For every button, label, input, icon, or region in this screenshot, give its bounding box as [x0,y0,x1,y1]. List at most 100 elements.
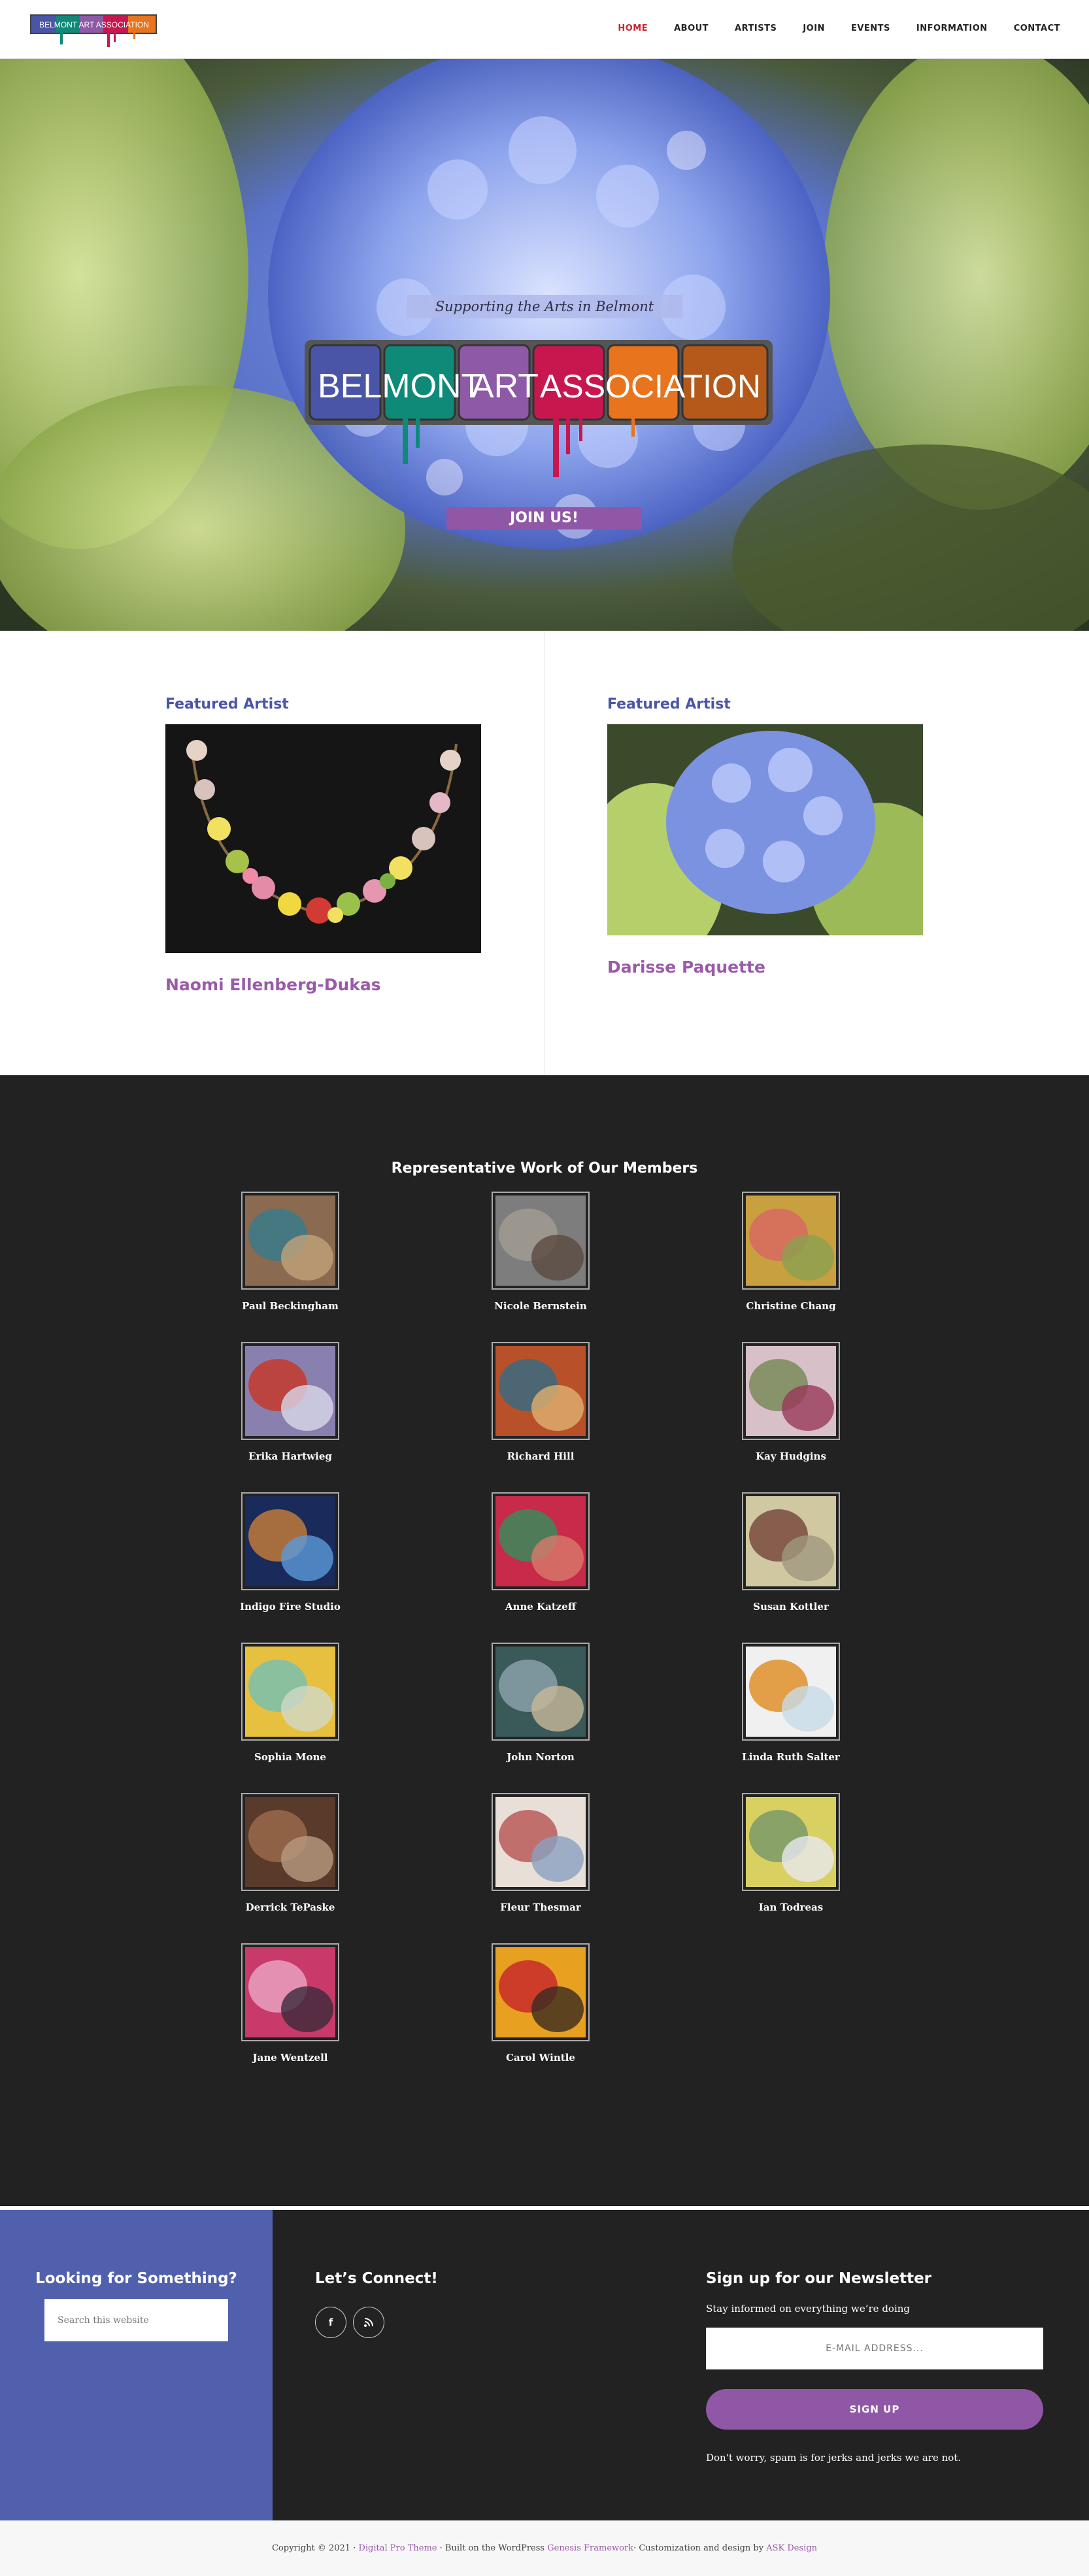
nav-information[interactable]: INFORMATION [916,24,988,33]
member-name[interactable]: Richard Hill [443,1450,639,1462]
member-card[interactable]: Fleur Thesmar [443,1793,639,1913]
member-artwork-thumbnail[interactable] [742,1643,840,1741]
member-card[interactable]: Carol Wintle [443,1943,639,2064]
member-artwork-thumbnail[interactable] [492,1793,590,1891]
member-artwork-thumbnail[interactable] [742,1492,840,1590]
newsletter-text: Stay informed on everything we’re doing [706,2303,911,2315]
member-artwork-thumbnail[interactable] [241,1192,339,1290]
member-card[interactable]: John Norton [443,1643,639,1763]
footer-connect-widget: Let’s Connect! f [315,2270,438,2338]
email-field[interactable] [706,2328,1043,2369]
member-card[interactable]: Derrick TePaske [192,1793,388,1913]
member-card[interactable]: Richard Hill [443,1342,639,1462]
member-artwork-thumbnail[interactable] [742,1793,840,1891]
featured-artist-left: Featured Artist Naomi Ellenberg-Dukas [165,696,481,994]
member-name[interactable]: Susan Kottler [693,1601,889,1613]
theme-link[interactable]: Digital Pro Theme [358,2543,437,2553]
member-artwork-thumbnail[interactable] [241,1943,339,2041]
member-artwork-thumbnail[interactable] [742,1192,840,1290]
member-artwork-thumbnail[interactable] [742,1342,840,1440]
member-name[interactable]: Ian Todreas [693,1901,889,1913]
featured-artists-section: Featured Artist Naomi Ellenberg-Dukas Fe… [0,631,1089,1075]
member-card[interactable]: Nicole Bernstein [443,1192,639,1312]
member-name[interactable]: Linda Ruth Salter [693,1751,889,1763]
nav-home[interactable]: HOME [618,24,648,33]
member-name[interactable]: John Norton [443,1751,639,1763]
member-card[interactable]: Anne Katzeff [443,1492,639,1613]
hero-tagline: Supporting the Arts in Belmont [407,295,682,318]
svg-text:ART: ART [471,367,539,405]
member-artwork-thumbnail[interactable] [492,1492,590,1590]
member-name[interactable]: Anne Katzeff [443,1601,639,1613]
member-name[interactable]: Carol Wintle [443,2052,639,2064]
member-card[interactable]: Jane Wentzell [192,1943,388,2064]
newsletter-note: Don't worry, spam is for jerks and jerks… [706,2452,962,2464]
member-card[interactable]: Linda Ruth Salter [693,1643,889,1763]
copyright-middle2: · Customization and design by [633,2543,764,2553]
nav-events[interactable]: EVENTS [851,24,890,33]
copyright-middle: · Built on the WordPress [439,2543,545,2553]
members-section: Representative Work of Our Members Paul … [0,1075,1089,2206]
hero-banner: Supporting the Arts in Belmont BELMONT A… [0,59,1089,631]
member-card[interactable]: Indigo Fire Studio [192,1492,388,1613]
site-footer: Looking for Something? Let’s Connect! f … [0,2210,1089,2520]
member-name[interactable]: Jane Wentzell [192,2052,388,2064]
member-artwork-thumbnail[interactable] [241,1793,339,1891]
member-name[interactable]: Indigo Fire Studio [192,1601,388,1613]
hydrangea-painting-image[interactable] [581,724,954,966]
member-name[interactable]: Kay Hudgins [693,1450,889,1462]
member-artwork-thumbnail[interactable] [492,1342,590,1440]
site-logo[interactable]: BELMONT ART ASSOCIATION [29,12,159,51]
member-card[interactable]: Erika Hartwieg [192,1342,388,1462]
member-name[interactable]: Nicole Bernstein [443,1300,639,1312]
member-name[interactable]: Derrick TePaske [192,1901,388,1913]
member-card[interactable]: Ian Todreas [693,1793,889,1913]
featured-artist-right: Featured Artist Darisse Paquette [581,696,954,977]
member-artwork-thumbnail[interactable] [492,1943,590,2041]
member-artwork-thumbnail[interactable] [241,1492,339,1590]
member-artwork-thumbnail[interactable] [241,1643,339,1741]
join-us-button[interactable]: JOIN US! [446,507,642,529]
social-links: f [315,2307,438,2338]
featured-heading: Featured Artist [607,696,731,712]
featured-heading: Featured Artist [165,696,289,712]
member-name[interactable]: Christine Chang [693,1300,889,1312]
rss-icon[interactable] [353,2307,384,2338]
main-nav: HOME ABOUT ARTISTS JOIN EVENTS INFORMATI… [592,24,1060,33]
member-card[interactable]: Susan Kottler [693,1492,889,1613]
nav-artists[interactable]: ARTISTS [735,24,777,33]
connect-heading: Let’s Connect! [315,2270,438,2287]
nav-contact[interactable]: CONTACT [1014,24,1060,33]
member-card[interactable]: Kay Hudgins [693,1342,889,1462]
newsletter-heading: Sign up for our Newsletter [706,2270,932,2287]
nav-about[interactable]: ABOUT [674,24,709,33]
search-input[interactable] [44,2299,228,2341]
member-name[interactable]: Fleur Thesmar [443,1901,639,1913]
member-name[interactable]: Paul Beckingham [192,1300,388,1312]
nav-join[interactable]: JOIN [803,24,825,33]
member-card[interactable]: Sophia Mone [192,1643,388,1763]
members-title: Representative Work of Our Members [391,1160,698,1177]
member-artwork-thumbnail[interactable] [492,1192,590,1290]
framework-link[interactable]: Genesis Framework [547,2543,633,2553]
member-artwork-thumbnail[interactable] [241,1342,339,1440]
copyright-bar: Copyright © 2021 · Digital Pro Theme · B… [0,2520,1089,2576]
member-name[interactable]: Sophia Mone [192,1751,388,1763]
member-card[interactable]: Paul Beckingham [192,1192,388,1312]
member-artwork-thumbnail[interactable] [492,1643,590,1741]
facebook-icon[interactable]: f [315,2307,346,2338]
member-name[interactable]: Erika Hartwieg [192,1450,388,1462]
search-heading: Looking for Something? [35,2270,237,2287]
site-header: BELMONT ART ASSOCIATION HOME ABOUT ARTIS… [0,0,1089,59]
featured-artist-name[interactable]: Darisse Paquette [607,958,923,977]
jewelry-necklace-image[interactable] [165,724,481,956]
copyright-prefix: Copyright © 2021 · [271,2543,356,2553]
footer-search-widget: Looking for Something? [0,2210,273,2520]
featured-artist-name[interactable]: Naomi Ellenberg-Dukas [165,975,481,994]
designer-link[interactable]: ASK Design [766,2543,817,2553]
sign-up-button[interactable]: SIGN UP [706,2389,1043,2430]
hero-logo: BELMONT ART ASSOCIATION [305,340,773,490]
svg-text:ASSOCIATION: ASSOCIATION [540,368,761,405]
member-card[interactable]: Christine Chang [693,1192,889,1312]
svg-text:BELMONT ART ASSOCIATION: BELMONT ART ASSOCIATION [39,20,149,29]
